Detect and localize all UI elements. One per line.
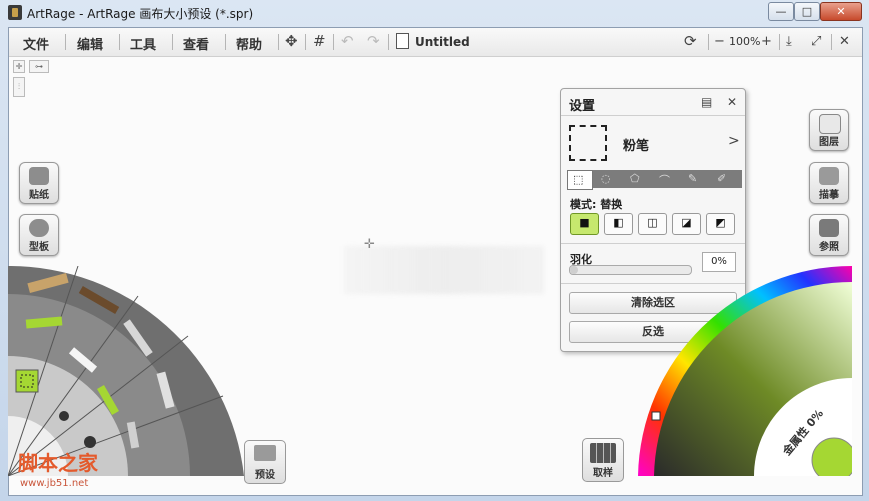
ruler-slider-icon[interactable]: ⊶ bbox=[29, 60, 49, 73]
blurred-canvas-mark bbox=[344, 246, 544, 294]
menu-edit[interactable]: 编辑 bbox=[77, 34, 103, 53]
hue-picker-handle[interactable] bbox=[651, 411, 661, 421]
layers-button[interactable]: 图层 bbox=[809, 109, 849, 151]
reference-label: 参照 bbox=[819, 242, 839, 253]
menu-divider bbox=[831, 34, 832, 50]
menu-divider bbox=[779, 34, 780, 50]
menu-divider bbox=[225, 34, 226, 50]
zoom-level: 100% bbox=[729, 35, 761, 48]
undo-icon[interactable]: ↶ bbox=[341, 32, 354, 50]
close-window-button[interactable]: ✕ bbox=[820, 2, 862, 21]
tracing-label: 描摹 bbox=[819, 190, 839, 201]
menu-bar: 文件 编辑 工具 查看 帮助 ✥ # ↶ ↷ Untitled ⟳ − 100%… bbox=[9, 28, 862, 57]
window-title: ArtRage - ArtRage 画布大小预设 (*.spr) bbox=[27, 7, 254, 21]
menu-divider bbox=[388, 34, 389, 50]
minimize-button[interactable]: — bbox=[768, 2, 794, 21]
mode-exclude-button[interactable]: ◩ bbox=[706, 213, 735, 235]
redo-icon[interactable]: ↷ bbox=[367, 32, 380, 50]
panel-close-icon[interactable]: ✕ bbox=[727, 95, 737, 109]
panel-menu-icon[interactable]: ▤ bbox=[701, 95, 712, 109]
tab-brush-select[interactable]: ✐ bbox=[712, 170, 736, 188]
app-window: ArtRage - ArtRage 画布大小预设 (*.spr) — □ ✕ 文… bbox=[0, 0, 869, 501]
menu-divider bbox=[278, 34, 279, 50]
layers-icon bbox=[819, 114, 841, 134]
color-wheel[interactable]: 金属性 0% bbox=[638, 266, 852, 476]
feather-slider-fill bbox=[570, 266, 578, 274]
crosshair-cursor-icon: ✛ bbox=[364, 237, 375, 252]
tool-name[interactable]: 粉笔 bbox=[623, 135, 649, 154]
close-panels-icon[interactable]: ✕ bbox=[839, 34, 850, 49]
fullscreen-icon[interactable]: ⤢ bbox=[811, 34, 821, 49]
sticker-icon bbox=[29, 167, 49, 185]
title-bar: ArtRage - ArtRage 画布大小预设 (*.spr) — □ ✕ bbox=[0, 0, 869, 26]
stencil-icon bbox=[29, 219, 49, 237]
tab-freehand-select[interactable]: ⌒ bbox=[654, 170, 678, 188]
tab-rect-select[interactable]: ⬚ bbox=[567, 170, 593, 190]
tracing-icon bbox=[819, 167, 839, 185]
menu-divider bbox=[172, 34, 173, 50]
preset-label: 预设 bbox=[255, 470, 275, 481]
selection-tool-icon[interactable] bbox=[15, 369, 39, 393]
document-title: Untitled bbox=[415, 35, 470, 49]
preset-folder-icon bbox=[254, 445, 276, 461]
menu-file[interactable]: 文件 bbox=[23, 34, 49, 53]
mode-subtract-button[interactable]: ◫ bbox=[638, 213, 667, 235]
zoom-in-button[interactable]: + bbox=[761, 34, 772, 49]
menu-divider bbox=[708, 34, 709, 50]
stencil-button[interactable]: 型板 bbox=[19, 214, 59, 256]
panel-divider bbox=[561, 243, 745, 244]
vertical-slider-icon[interactable]: ⫶ bbox=[13, 77, 25, 97]
fill-bucket-icon[interactable] bbox=[59, 411, 69, 421]
menu-divider bbox=[305, 34, 306, 50]
sample-grid-icon bbox=[590, 443, 616, 463]
zoom-out-button[interactable]: − bbox=[714, 34, 725, 49]
document-icon bbox=[396, 33, 409, 49]
download-icon[interactable]: ⤓ bbox=[786, 34, 792, 49]
selection-preview-icon bbox=[569, 125, 607, 161]
mode-intersect-button[interactable]: ◪ bbox=[672, 213, 701, 235]
selection-shape-tabs: ⬚ ◌ ⬠ ⌒ ✎ ✐ bbox=[567, 170, 742, 190]
mode-label: 模式: 替换 bbox=[570, 198, 623, 211]
stencil-label: 型板 bbox=[29, 242, 49, 253]
panel-title: 设置 bbox=[569, 99, 596, 114]
chevron-right-icon[interactable]: > bbox=[728, 133, 740, 149]
sticker-label: 贴纸 bbox=[29, 190, 49, 201]
mode-replace-button[interactable]: ■ bbox=[570, 213, 599, 235]
sticker-button[interactable]: 贴纸 bbox=[19, 162, 59, 204]
refresh-icon[interactable]: ⟳ bbox=[684, 32, 697, 50]
menu-tools[interactable]: 工具 bbox=[130, 34, 156, 53]
artrage-app-icon bbox=[8, 5, 22, 20]
menu-view[interactable]: 查看 bbox=[183, 34, 209, 53]
tab-polygon-select[interactable]: ⬠ bbox=[625, 170, 649, 188]
menu-divider bbox=[333, 34, 334, 50]
grid-icon[interactable]: # bbox=[313, 32, 326, 50]
transform-icon[interactable]: ✥ bbox=[285, 32, 298, 50]
menu-divider bbox=[65, 34, 66, 50]
watermark-text: 脚本之家 bbox=[18, 451, 98, 475]
mode-add-button[interactable]: ◧ bbox=[604, 213, 633, 235]
reference-button[interactable]: 参照 bbox=[809, 214, 849, 256]
reference-pin-icon bbox=[819, 219, 839, 237]
sample-label: 取样 bbox=[593, 468, 613, 479]
tool-wheel[interactable] bbox=[8, 266, 244, 476]
pin-icon[interactable]: ✛ bbox=[13, 60, 25, 73]
tracing-button[interactable]: 描摹 bbox=[809, 162, 849, 204]
menu-help[interactable]: 帮助 bbox=[236, 34, 262, 53]
preset-button[interactable]: 预设 bbox=[244, 440, 286, 484]
tab-paint-select[interactable]: ✎ bbox=[683, 170, 707, 188]
sample-button[interactable]: 取样 bbox=[582, 438, 624, 482]
watermark-url: www.jb51.net bbox=[20, 478, 89, 489]
menu-divider bbox=[119, 34, 120, 50]
maximize-button[interactable]: □ bbox=[794, 2, 820, 21]
layers-label: 图层 bbox=[819, 137, 839, 148]
tab-ellipse-select[interactable]: ◌ bbox=[596, 170, 620, 188]
panel-divider bbox=[561, 115, 745, 116]
